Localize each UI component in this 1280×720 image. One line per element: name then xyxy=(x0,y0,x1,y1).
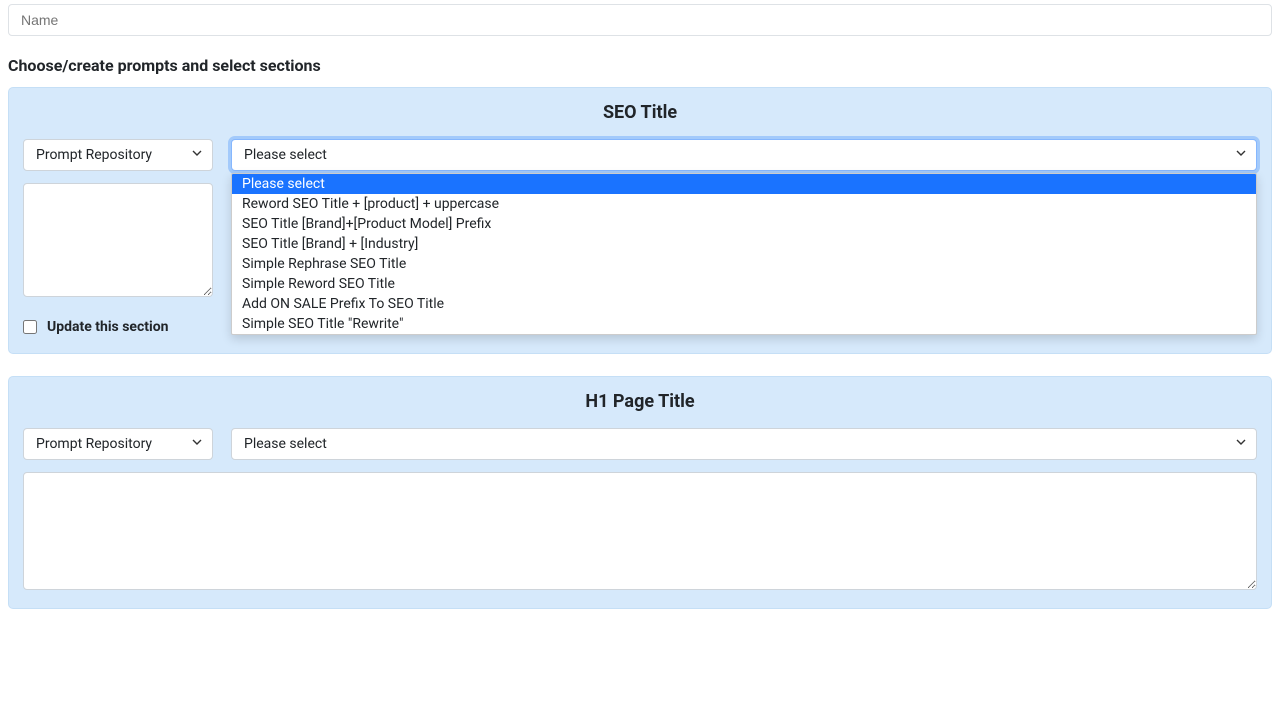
chevron-down-icon xyxy=(192,150,202,160)
h1-title-header: H1 Page Title xyxy=(23,391,1257,412)
dropdown-option[interactable]: SEO Title [Brand] + [Industry] xyxy=(232,234,1256,254)
h1-content-textarea[interactable] xyxy=(23,472,1257,590)
seo-repo-select-label: Prompt Repository xyxy=(36,147,152,163)
h1-prompt-select[interactable]: Please select xyxy=(231,428,1257,460)
h1-repo-select[interactable]: Prompt Repository xyxy=(23,428,213,460)
seo-update-checkbox[interactable] xyxy=(23,320,37,334)
h1-repo-select-label: Prompt Repository xyxy=(36,436,152,452)
dropdown-option[interactable]: SEO Title [Brand]+[Product Model] Prefix xyxy=(232,214,1256,234)
chevron-down-icon xyxy=(1236,439,1246,449)
dropdown-option[interactable]: Add ON SALE Prefix To SEO Title xyxy=(232,294,1256,314)
seo-repo-select[interactable]: Prompt Repository xyxy=(23,139,213,171)
dropdown-option[interactable]: Please select xyxy=(232,174,1256,194)
chevron-down-icon xyxy=(192,439,202,449)
seo-update-label: Update this section xyxy=(47,319,168,335)
dropdown-option[interactable]: Reword SEO Title + [product] + uppercase xyxy=(232,194,1256,214)
seo-title-header: SEO Title xyxy=(23,102,1257,123)
seo-content-textarea[interactable] xyxy=(23,183,213,297)
name-input[interactable] xyxy=(8,4,1272,36)
dropdown-option[interactable]: Simple Reword SEO Title xyxy=(232,274,1256,294)
dropdown-option[interactable]: Simple SEO Title "Rewrite" xyxy=(232,314,1256,334)
h1-title-panel: H1 Page Title Prompt Repository Please s… xyxy=(8,376,1272,609)
chevron-down-icon xyxy=(1236,150,1246,160)
h1-prompt-select-label: Please select xyxy=(244,436,327,452)
dropdown-option[interactable]: Simple Rephrase SEO Title xyxy=(232,254,1256,274)
page-heading: Choose/create prompts and select section… xyxy=(8,56,1272,75)
seo-title-panel: SEO Title Prompt Repository Please selec… xyxy=(8,87,1272,354)
seo-prompt-select-label: Please select xyxy=(244,147,327,163)
seo-prompt-select[interactable]: Please select xyxy=(231,139,1257,171)
seo-prompt-dropdown[interactable]: Please selectReword SEO Title + [product… xyxy=(231,173,1257,335)
